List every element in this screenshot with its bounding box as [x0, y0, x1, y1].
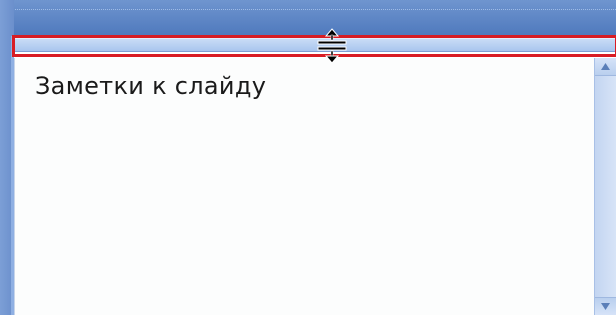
notes-pane[interactable]: Заметки к слайду [14, 58, 594, 315]
triangle-down-icon [601, 303, 610, 310]
vertical-resize-cursor-icon [316, 28, 348, 64]
dotted-divider [6, 9, 616, 10]
slide-pane-background [0, 0, 616, 36]
scroll-down-button[interactable] [595, 297, 616, 315]
notes-vertical-scrollbar[interactable] [594, 58, 616, 315]
notes-pane-splitter[interactable] [14, 38, 616, 52]
powerpoint-window: Заметки к слайду [0, 0, 616, 315]
triangle-up-icon [601, 63, 610, 70]
scroll-up-button[interactable] [595, 58, 616, 76]
notes-placeholder-text[interactable]: Заметки к слайду [35, 72, 266, 100]
